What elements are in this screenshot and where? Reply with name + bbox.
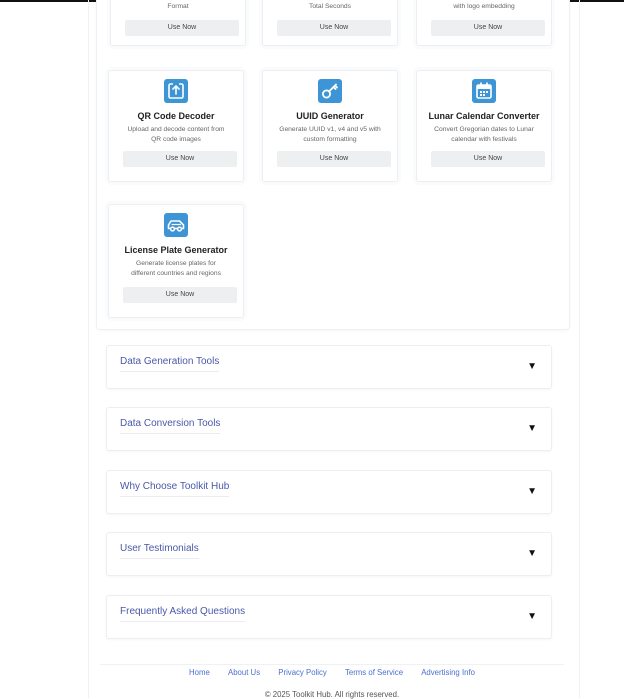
car-icon [164,213,188,237]
chevron-down-icon[interactable]: ▼ [527,611,537,622]
card-description-line: Upload and decode content from [127,126,225,133]
use-now-button[interactable]: Use Now [277,20,391,36]
accordion-label: Why Choose Toolkit Hub [120,481,230,497]
footer-link-home[interactable]: Home [189,668,210,677]
chevron-down-icon[interactable]: ▼ [527,486,537,497]
chevron-down-icon[interactable]: ▼ [527,361,537,372]
chevron-down-icon[interactable]: ▼ [527,423,537,434]
footer-link-advertising-info[interactable]: Advertising Info [421,668,475,677]
calendar-icon [472,79,496,103]
tool-card-qr-code-decoder[interactable]: QR Code Decoder Upload and decode conten… [108,70,244,182]
card-description: Format [167,3,189,10]
card-description: with logo embedding [453,3,515,10]
card-description-line: Generate UUID v1, v4 and v5 with [279,126,381,133]
card-title: QR Code Decoder [137,111,215,121]
tool-card-uuid-generator[interactable]: UUID Generator Generate UUID v1, v4 and … [262,70,398,182]
card-description: Upload and decode content from QR code i… [115,125,237,144]
tool-card-partial: Format Use Now [110,0,246,46]
card-description-line: calendar with festivals [451,135,517,143]
use-now-button[interactable]: Use Now [431,20,545,36]
accordion-data-conversion-tools[interactable]: Data Conversion Tools ▼ [106,407,552,451]
use-now-button[interactable]: Use Now [277,151,391,167]
accordion-label: Data Generation Tools [120,356,220,372]
footer-nav: Home About Us Privacy Policy Terms of Se… [100,668,564,677]
card-description-line: different countries and regions [131,269,221,277]
use-now-button[interactable]: Use Now [125,20,239,36]
chevron-down-icon[interactable]: ▼ [527,548,537,559]
card-description-line: custom formatting [303,135,357,143]
tool-card-partial: Total Seconds Use Now [262,0,398,46]
accordion-label: Frequently Asked Questions [120,606,246,622]
accordion-frequently-asked-questions[interactable]: Frequently Asked Questions ▼ [106,595,552,639]
card-description-line: Generate license plates for [136,260,216,267]
card-description: Generate license plates for different co… [115,259,237,278]
footer-link-privacy-policy[interactable]: Privacy Policy [278,668,327,677]
footer-link-terms-of-service[interactable]: Terms of Service [345,668,403,677]
tool-card-lunar-calendar-converter[interactable]: Lunar Calendar Converter Convert Gregori… [416,70,552,182]
accordion-data-generation-tools[interactable]: Data Generation Tools ▼ [106,345,552,389]
card-description: Generate UUID v1, v4 and v5 with custom … [269,125,391,144]
card-title: UUID Generator [296,111,364,121]
tool-card-license-plate-generator[interactable]: License Plate Generator Generate license… [108,204,244,318]
tool-card-partial: with logo embedding Use Now [416,0,552,46]
accordion-user-testimonials[interactable]: User Testimonials ▼ [106,532,552,576]
footer-divider [100,664,564,665]
card-title: License Plate Generator [124,245,228,255]
upload-icon [164,79,188,103]
accordion-why-choose-toolkit-hub[interactable]: Why Choose Toolkit Hub ▼ [106,470,552,514]
use-now-button[interactable]: Use Now [123,287,237,303]
card-description: Total Seconds [308,3,351,10]
footer-link-about-us[interactable]: About Us [228,668,260,677]
card-title: Lunar Calendar Converter [428,111,540,121]
card-description-line: QR code images [151,135,201,143]
use-now-button[interactable]: Use Now [431,151,545,167]
card-description-line: Convert Gregorian dates to Lunar [434,126,534,133]
accordion-label: User Testimonials [120,543,199,559]
use-now-button[interactable]: Use Now [123,151,237,167]
card-description: Convert Gregorian dates to Lunar calenda… [423,125,545,144]
accordion-label: Data Conversion Tools [120,418,221,434]
key-icon [318,79,342,103]
